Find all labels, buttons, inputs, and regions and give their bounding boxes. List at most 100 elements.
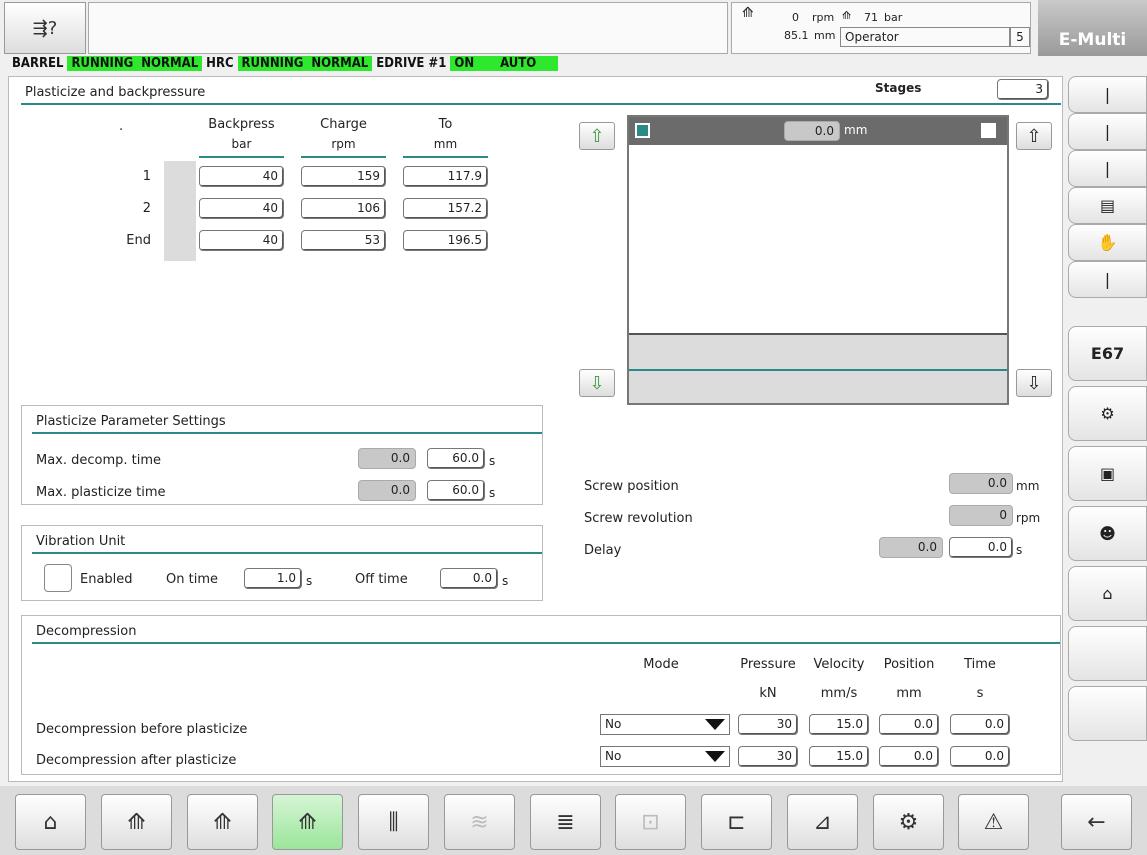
side-button-blank[interactable]: | xyxy=(1068,76,1147,113)
charge-input[interactable]: 53 xyxy=(301,230,386,251)
graph-icon[interactable]: ⊿ xyxy=(787,794,858,850)
mold-icon[interactable]: ⊏ xyxy=(701,794,772,850)
user-field[interactable]: Operator xyxy=(840,27,1010,47)
temperature-icon[interactable]: ⫼ xyxy=(358,794,429,850)
to-input[interactable]: 117.9 xyxy=(403,166,488,187)
side-button-empty[interactable] xyxy=(1068,686,1147,741)
params-box: Plasticize Parameter Settings Max. decom… xyxy=(21,405,543,505)
alarm-icon[interactable]: ⚠ xyxy=(958,794,1029,850)
plasticize-time-input[interactable]: 60.0 xyxy=(427,480,485,501)
position-unit: mm xyxy=(814,29,836,42)
decomp-after-velocity[interactable]: 15.0 xyxy=(809,746,869,767)
to-input[interactable]: 157.2 xyxy=(403,198,488,219)
unit-kn: kN xyxy=(759,686,777,701)
side-button-blank[interactable]: | xyxy=(1068,150,1147,187)
graph-value: 0.0 xyxy=(784,121,840,141)
decomp-before-position[interactable]: 0.0 xyxy=(879,714,939,735)
decomp-after-mode-select[interactable]: No xyxy=(600,746,730,767)
decomp-before-mode-select[interactable]: No xyxy=(600,714,730,735)
divider xyxy=(21,103,1061,105)
manual-hand-icon[interactable]: ✋ xyxy=(1068,224,1147,261)
on-time-input[interactable]: 1.0 xyxy=(244,568,302,589)
scroll-up-right-button[interactable]: ⇧ xyxy=(1016,122,1052,150)
unit-s: s xyxy=(502,574,509,588)
arrow-up-icon: ⇧ xyxy=(1026,125,1042,147)
divider xyxy=(32,552,542,554)
side-button-empty[interactable] xyxy=(1068,626,1147,681)
side-button-blank[interactable]: | xyxy=(1068,113,1147,150)
charge-input[interactable]: 106 xyxy=(301,198,386,219)
side-menu: | | | ▤ ✋ | E67 ⚙ ▣ ☻ ⌂ xyxy=(1068,76,1147,782)
stages-label: Stages xyxy=(875,81,922,95)
message-line xyxy=(88,2,728,54)
access-level: 5 xyxy=(1010,27,1030,47)
decomp-before-velocity[interactable]: 15.0 xyxy=(809,714,869,735)
home-icon[interactable]: ⌂ xyxy=(15,794,86,850)
vibration-enabled-checkbox[interactable] xyxy=(44,564,72,592)
screw-position-label: Screw position xyxy=(584,479,679,494)
back-arrow-icon[interactable]: ← xyxy=(1061,794,1132,850)
injection-icon[interactable]: ⟰ xyxy=(101,794,172,850)
stages-input[interactable]: 3 xyxy=(997,79,1049,100)
col-pressure: Pressure xyxy=(740,657,796,672)
pressure-unit: bar xyxy=(884,11,903,24)
col-time: Time xyxy=(964,657,996,672)
off-time-input[interactable]: 0.0 xyxy=(440,568,498,589)
divider xyxy=(403,156,488,158)
backpress-input[interactable]: 40 xyxy=(199,166,284,187)
pressure-value: 71 xyxy=(864,11,878,24)
row-label: 2 xyxy=(142,201,151,216)
charge-input[interactable]: 159 xyxy=(301,166,386,187)
arrow-down-icon: ⇩ xyxy=(1026,372,1042,394)
settings-gears-icon[interactable]: ⚙ xyxy=(873,794,944,850)
delay-label: Delay xyxy=(584,543,622,558)
col-position: Position xyxy=(883,657,935,672)
machine-help-icon[interactable]: ⇶? xyxy=(4,2,86,54)
decomp-before-pressure[interactable]: 30 xyxy=(738,714,798,735)
delay-input[interactable]: 0.0 xyxy=(949,537,1013,558)
screw-revolution-value: 0 xyxy=(949,505,1013,526)
graph-band xyxy=(629,371,1007,403)
decomp-time-actual: 0.0 xyxy=(358,448,416,469)
decomp-before-time[interactable]: 0.0 xyxy=(950,714,1010,735)
on-time-label: On time xyxy=(166,572,218,587)
graph-right-marker[interactable] xyxy=(981,123,996,138)
user-icon[interactable]: ☻ xyxy=(1068,506,1147,561)
chart-icon[interactable]: ⌂ xyxy=(1068,566,1147,621)
save-icon[interactable]: ▣ xyxy=(1068,446,1147,501)
rpm-value: 0 xyxy=(792,11,799,24)
col-to-unit: mm xyxy=(433,137,458,151)
decomp-after-time[interactable]: 0.0 xyxy=(950,746,1010,767)
list-icon[interactable]: ≣ xyxy=(530,794,601,850)
decompression-box: Decompression Mode Pressure Velocity Pos… xyxy=(21,615,1061,775)
divider xyxy=(32,642,1060,644)
screw-icon: ⟰ xyxy=(742,5,754,21)
divider xyxy=(301,156,386,158)
heater-icon[interactable]: ▤ xyxy=(1068,187,1147,224)
side-button-blank[interactable]: | xyxy=(1068,261,1147,298)
section-title-plasticize: Plasticize and backpressure xyxy=(25,85,206,100)
hrc-label: HRC xyxy=(206,56,234,71)
arrow-up-icon: ⇧ xyxy=(589,125,605,147)
barrel-label: BARREL xyxy=(12,56,64,71)
scroll-up-left-button[interactable]: ⇧ xyxy=(579,122,615,150)
main-panel: Plasticize and backpressure Stages 3 . B… xyxy=(8,76,1063,782)
decomp-time-input[interactable]: 60.0 xyxy=(427,448,485,469)
e67-button[interactable]: E67 xyxy=(1068,326,1147,381)
backpress-input[interactable]: 40 xyxy=(199,198,284,219)
decomp-after-position[interactable]: 0.0 xyxy=(879,746,939,767)
holding-icon[interactable]: ⟰ xyxy=(187,794,258,850)
rpm-unit: rpm xyxy=(812,11,835,24)
select-value: No xyxy=(605,749,622,763)
scroll-down-left-button[interactable]: ⇩ xyxy=(579,369,615,397)
scroll-down-right-button[interactable]: ⇩ xyxy=(1016,369,1052,397)
screw-revolution-label: Screw revolution xyxy=(584,511,693,526)
backpress-input[interactable]: 40 xyxy=(199,230,284,251)
decomp-after-pressure[interactable]: 30 xyxy=(738,746,798,767)
to-input[interactable]: 196.5 xyxy=(403,230,488,251)
decomp-after-label: Decompression after plasticize xyxy=(36,753,237,768)
plasticize-icon[interactable]: ⟰ xyxy=(272,794,343,850)
graph-left-marker[interactable] xyxy=(635,123,650,138)
select-value: No xyxy=(605,717,622,731)
screw-settings-icon[interactable]: ⚙ xyxy=(1068,386,1147,441)
